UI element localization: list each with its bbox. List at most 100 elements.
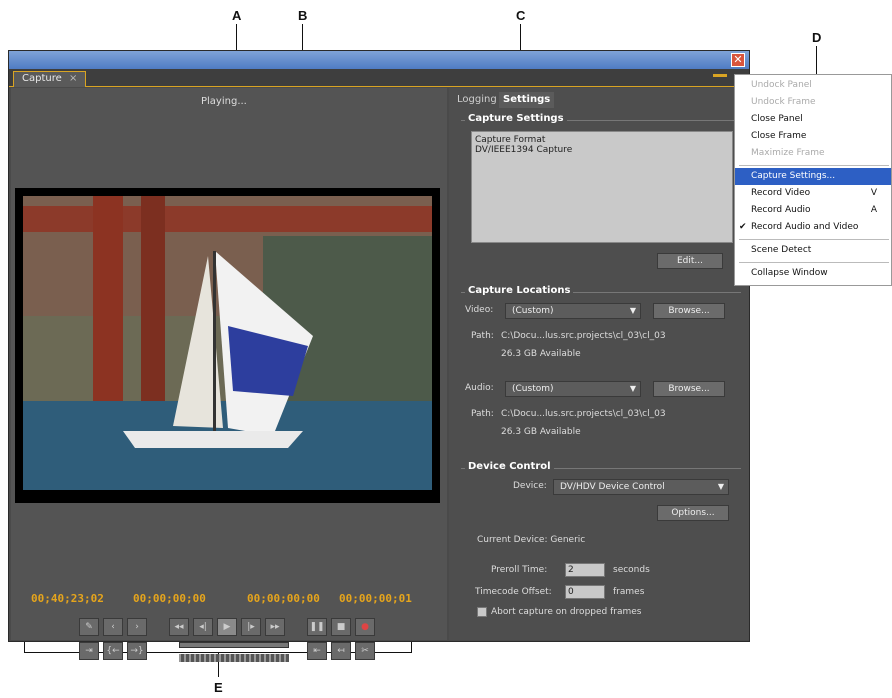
tab-close-icon[interactable]: × (69, 73, 77, 84)
fast-forward-icon[interactable]: ▸▸ (265, 618, 285, 636)
video-path-label: Path: (471, 331, 494, 341)
settings-panel: Logging Settings Capture Settings Captur… (449, 88, 749, 640)
clear-out-icon[interactable]: →} (127, 642, 147, 660)
transport-controls: ✎ ‹ › ◂◂ ◂| ▶ |▸ ▸▸ ❚❚ ■ ● ⇥ {← →} ⇤ ↤ ✂ (71, 618, 421, 674)
preroll-label: Preroll Time: (491, 565, 548, 575)
menu-item-capture-settings[interactable]: Capture Settings... (735, 168, 891, 185)
pause-icon[interactable]: ❚❚ (307, 618, 327, 636)
preroll-input[interactable]: 2 (565, 563, 605, 577)
video-location-select[interactable]: (Custom) ▼ (505, 303, 641, 319)
panel-tab-row: Capture × (9, 69, 749, 87)
set-in-point-icon[interactable]: ✎ (79, 618, 99, 636)
tab-logging[interactable]: Logging (453, 92, 501, 108)
out-point-timecode[interactable]: 00;00;00;00 (247, 592, 320, 605)
menu-item-maximize-frame[interactable]: Maximize Frame (735, 145, 891, 162)
go-to-out-icon[interactable]: › (127, 618, 147, 636)
timecode-offset-unit: frames (613, 587, 645, 597)
menu-item-record-audio-video[interactable]: ✔ Record Audio and Video (735, 219, 891, 236)
menu-shortcut-a: A (870, 205, 877, 215)
chevron-down-icon: ▼ (629, 306, 636, 315)
capture-monitor: Playing... 00;40;23;02 00;00;00;00 00;00… (11, 88, 447, 662)
tab-capture-label: Capture (22, 73, 62, 84)
video-path-value: C:\Docu...lus.src.projects\cl_03\cl_03 (501, 331, 666, 341)
title-bar: ✕ (9, 51, 749, 69)
checkmark-icon: ✔ (739, 222, 747, 232)
audio-browse-button[interactable]: Browse... (653, 381, 725, 397)
shuttle-slider[interactable] (179, 642, 289, 648)
menu-item-undock-frame[interactable]: Undock Frame (735, 94, 891, 111)
menu-item-scene-detect[interactable]: Scene Detect (735, 242, 891, 259)
audio-location-label: Audio: (465, 383, 494, 393)
tab-settings[interactable]: Settings (499, 92, 555, 108)
menu-item-undock-panel[interactable]: Undock Panel (735, 77, 891, 94)
abort-checkbox-label: Abort capture on dropped frames (491, 607, 642, 617)
video-location-value: (Custom) (512, 306, 554, 316)
capture-format-label: Capture Format (475, 135, 546, 145)
in-point-timecode[interactable]: 00;00;00;00 (133, 592, 206, 605)
timecode-offset-label: Timecode Offset: (475, 587, 552, 597)
menu-item-record-video[interactable]: Record Video V (735, 185, 891, 202)
options-button[interactable]: Options... (657, 505, 729, 521)
capture-format-value: DV/IEEE1394 Capture (475, 145, 573, 155)
rewind-icon[interactable]: ◂◂ (169, 618, 189, 636)
menu-item-close-frame[interactable]: Close Frame (735, 128, 891, 145)
panel-menu: Undock Panel Undock Frame Close Panel Cl… (734, 74, 892, 286)
audio-available-space: 26.3 GB Available (501, 427, 581, 437)
menu-separator (739, 262, 889, 263)
preroll-unit: seconds (613, 565, 650, 575)
audio-location-select[interactable]: (Custom) ▼ (505, 381, 641, 397)
capture-locations-title: Capture Locations (465, 285, 574, 296)
go-to-in-icon[interactable]: ‹ (103, 618, 123, 636)
chevron-down-icon: ▼ (717, 482, 724, 491)
play-icon[interactable]: ▶ (217, 618, 237, 636)
record-icon[interactable]: ● (355, 618, 375, 636)
panel-menu-icon[interactable] (713, 74, 727, 77)
device-label: Device: (513, 481, 547, 491)
settings-tabs: Logging Settings (449, 92, 749, 108)
close-window-button[interactable]: ✕ (731, 53, 745, 67)
audio-location-value: (Custom) (512, 384, 554, 394)
timecode-offset-input[interactable]: 0 (565, 585, 605, 599)
menu-item-close-panel[interactable]: Close Panel (735, 111, 891, 128)
jog-dial[interactable] (179, 654, 289, 662)
menu-item-record-audio-label: Record Audio (751, 205, 811, 215)
callout-d: D (812, 30, 822, 45)
device-select[interactable]: DV/HDV Device Control ▼ (553, 479, 729, 495)
menu-shortcut-v: V (870, 188, 877, 198)
edit-button[interactable]: Edit... (657, 253, 723, 269)
scene-detect-icon[interactable]: ✂ (355, 642, 375, 660)
video-preview (23, 196, 432, 490)
clear-in-icon[interactable]: {← (103, 642, 123, 660)
audio-path-value: C:\Docu...lus.src.projects\cl_03\cl_03 (501, 409, 666, 419)
menu-item-record-audio[interactable]: Record Audio A (735, 202, 891, 219)
duration-timecode[interactable]: 00;00;00;01 (339, 592, 412, 605)
chevron-down-icon: ▼ (629, 384, 636, 393)
audio-path-label: Path: (471, 409, 494, 419)
video-browse-button[interactable]: Browse... (653, 303, 725, 319)
callout-c: C (516, 8, 526, 23)
device-value: DV/HDV Device Control (560, 482, 665, 492)
callout-e: E (214, 680, 223, 695)
current-device-text: Current Device: Generic (477, 535, 586, 545)
step-back-icon[interactable]: ◂| (193, 618, 213, 636)
menu-item-collapse-window[interactable]: Collapse Window (735, 265, 891, 282)
next-scene-icon[interactable]: ↤ (331, 642, 351, 660)
abort-checkbox[interactable] (477, 607, 487, 617)
capture-settings-title: Capture Settings (465, 113, 567, 124)
tab-capture[interactable]: Capture × (13, 71, 87, 87)
capture-window: ✕ Capture × Playing... 00;40;23;02 00;00… (8, 50, 750, 662)
video-frame (15, 188, 440, 503)
set-out-point-icon[interactable]: ⇥ (79, 642, 99, 660)
callout-a: A (232, 8, 242, 23)
menu-separator (739, 239, 889, 240)
menu-separator (739, 165, 889, 166)
callout-b: B (298, 8, 308, 23)
device-control-section: Device Control Device: DV/HDV Device Con… (461, 461, 741, 628)
stop-icon[interactable]: ■ (331, 618, 351, 636)
capture-settings-section: Capture Settings Capture Format DV/IEEE1… (461, 113, 741, 270)
step-forward-icon[interactable]: |▸ (241, 618, 261, 636)
current-timecode[interactable]: 00;40;23;02 (31, 592, 104, 605)
capture-format-box: Capture Format DV/IEEE1394 Capture (471, 131, 733, 243)
device-control-title: Device Control (465, 461, 554, 472)
previous-scene-icon[interactable]: ⇤ (307, 642, 327, 660)
